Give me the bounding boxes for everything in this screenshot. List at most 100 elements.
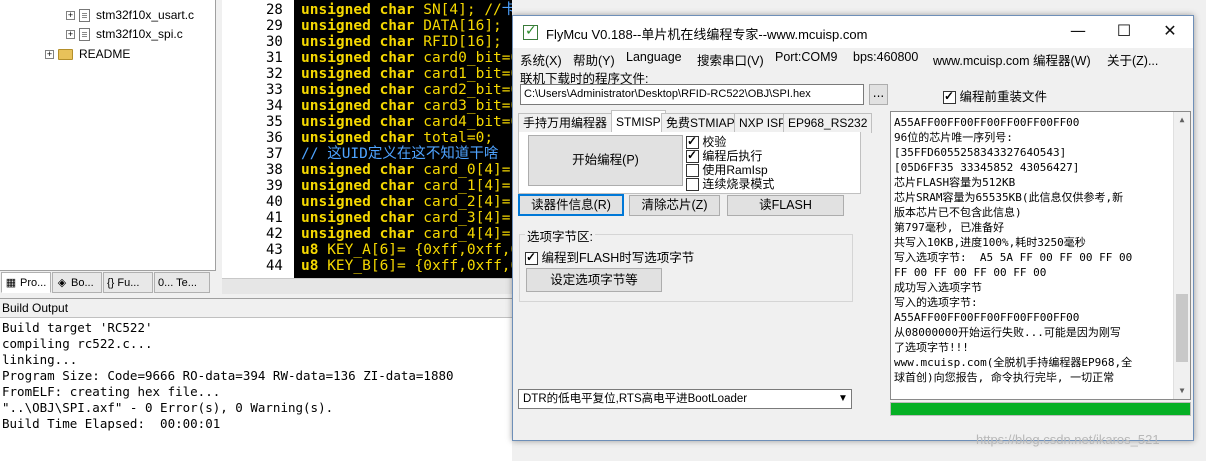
- start-program-button[interactable]: 开始编程(P): [528, 135, 683, 186]
- tree-item-spi[interactable]: + stm32f10x_spi.c: [66, 25, 183, 43]
- option-bytes-group: 选项字节区: 编程到FLASH时写选项字节 设定选项字节等: [519, 226, 853, 302]
- tab-stmisp[interactable]: STMISP: [611, 110, 666, 133]
- stmisp-panel: 开始编程(P) 校验 编程后执行 使用RamIsp 连续烧录模式: [518, 132, 861, 194]
- code-line[interactable]: unsigned char card1_bit=0: [301, 66, 512, 82]
- log-line: FF 00 FF 00 FF 00 FF 00: [894, 266, 1047, 279]
- code-text: card4_bit=0: [423, 114, 512, 130]
- code-text: RFID[16];: [423, 34, 502, 50]
- tab-books[interactable]: ◈ Bo...: [52, 272, 102, 293]
- code-line[interactable]: unsigned char card2_bit=0: [301, 82, 512, 98]
- menu-system[interactable]: 系统(X): [520, 50, 562, 69]
- tree-item-usart[interactable]: + stm32f10x_usart.c: [66, 6, 194, 24]
- checkbox-icon: [943, 89, 956, 105]
- expand-icon[interactable]: +: [45, 50, 54, 60]
- log-line: www.mcuisp.com(全脱机手持编程器EP968,全: [894, 356, 1133, 369]
- set-option-bytes-button[interactable]: 设定选项字节等: [526, 268, 662, 292]
- expand-icon[interactable]: +: [66, 30, 75, 40]
- browse-button[interactable]: ...: [869, 84, 888, 105]
- code-text: KEY_B[6]= {0xff,0xff,0x: [327, 258, 512, 274]
- line-number: 42: [266, 226, 283, 242]
- code-line[interactable]: unsigned char card_1[4]=: [301, 178, 511, 194]
- file-icon: [79, 9, 90, 23]
- read-info-button[interactable]: 读器件信息(R): [518, 194, 624, 216]
- code-text: card2_bit=0: [423, 82, 512, 98]
- code-line[interactable]: u8 KEY_A[6]= {0xff,0xff,0x: [301, 242, 512, 258]
- code-line[interactable]: unsigned char card_4[4]=: [301, 226, 511, 242]
- menu-about[interactable]: 关于(Z)...: [1107, 50, 1158, 69]
- code-text: card_3[4]=: [423, 210, 511, 226]
- flymcu-window: FlyMcu V0.188--单片机在线编程专家--www.mcuisp.com…: [512, 15, 1194, 441]
- code-line[interactable]: unsigned char card0_bit=0: [301, 50, 512, 66]
- option-bytes-label: 选项字节区:: [525, 226, 595, 245]
- log-line: 96位的芯片唯一序列号:: [894, 131, 1013, 144]
- code-keyword: unsigned char: [301, 82, 424, 98]
- menu-bps[interactable]: bps:460800: [853, 50, 918, 64]
- log-line: 球首创)向您报告, 命令执行完毕, 一切正常: [894, 371, 1115, 384]
- scroll-down-icon[interactable]: ▼: [1174, 383, 1190, 399]
- line-number: 41: [266, 210, 283, 226]
- code-line[interactable]: u8 KEY_B[6]= {0xff,0xff,0x: [301, 258, 512, 274]
- code-text: card_4[4]=: [423, 226, 511, 242]
- code-line[interactable]: unsigned char total=0;: [301, 130, 493, 146]
- scrollbar-thumb[interactable]: [1176, 294, 1188, 362]
- code-line[interactable]: unsigned char DATA[16];: [301, 18, 502, 34]
- code-keyword: unsigned char: [301, 130, 424, 146]
- code-keyword: unsigned char: [301, 2, 424, 18]
- file-icon: [79, 28, 90, 42]
- close-button[interactable]: ✕: [1147, 16, 1193, 48]
- code-line[interactable]: unsigned char card_3[4]=: [301, 210, 511, 226]
- menu-language[interactable]: Language: [626, 50, 682, 64]
- code-text: KEY_A[6]= {0xff,0xff,0x: [327, 242, 512, 258]
- line-number: 38: [266, 162, 283, 178]
- build-line: Build target 'RC522': [2, 320, 153, 335]
- code-keyword: unsigned char: [301, 114, 424, 130]
- build-output-panel: Build target 'RC522' compiling rc522.c..…: [0, 318, 512, 461]
- boot-mode-select[interactable]: DTR的低电平复位,RTS高电平进BootLoader ▼: [518, 389, 852, 409]
- code-editor[interactable]: 28 unsigned char SN[4]; //卡号 29 unsigned ch…: [222, 0, 512, 278]
- folder-icon: [58, 49, 73, 61]
- tab-handheld[interactable]: 手持万用编程器: [518, 113, 613, 133]
- project-tree: + stm32f10x_usart.c + stm32f10x_spi.c + REA…: [0, 0, 216, 270]
- menu-port[interactable]: Port:COM9: [775, 50, 838, 64]
- tab-ep968[interactable]: EP968_RS232: [783, 113, 873, 133]
- reload-checkbox[interactable]: 编程前重装文件: [943, 86, 1047, 105]
- minimize-button[interactable]: —: [1055, 16, 1101, 48]
- log-line: [05D6FF35 33345852 43056427]: [894, 161, 1080, 174]
- tab-functions[interactable]: {} Fu...: [103, 272, 153, 293]
- code-line[interactable]: unsigned char card3_bit=0: [301, 98, 512, 114]
- code-keyword: unsigned char: [301, 98, 424, 114]
- erase-chip-button[interactable]: 清除芯片(Z): [629, 195, 720, 216]
- code-keyword: unsigned char: [301, 50, 424, 66]
- line-number: 33: [266, 82, 283, 98]
- menu-programmer[interactable]: www.mcuisp.com 编程器(W): [933, 50, 1091, 69]
- tab-stmiap[interactable]: 免费STMIAP: [661, 113, 740, 133]
- code-line[interactable]: unsigned char SN[4]; //卡号: [301, 2, 512, 18]
- write-option-checkbox[interactable]: 编程到FLASH时写选项字节: [525, 247, 694, 266]
- log-vertical-scrollbar[interactable]: ▲ ▼: [1173, 112, 1190, 399]
- scroll-up-icon[interactable]: ▲: [1174, 112, 1190, 128]
- tab-project[interactable]: ▦ Pro...: [1, 272, 51, 293]
- log-line: 从08000000开始运行失败...可能是因为刚写: [894, 326, 1121, 339]
- maximize-button[interactable]: ☐: [1101, 16, 1147, 48]
- option-continuous[interactable]: 连续烧录模式: [686, 175, 774, 192]
- code-line[interactable]: unsigned char card_2[4]=: [301, 194, 511, 210]
- code-line[interactable]: unsigned char card_0[4]=: [301, 162, 511, 178]
- title-bar[interactable]: FlyMcu V0.188--单片机在线编程专家--www.mcuisp.com…: [513, 16, 1193, 48]
- chevron-down-icon[interactable]: ▼: [835, 390, 851, 408]
- build-line: FromELF: creating hex file...: [2, 384, 221, 399]
- tab-templates[interactable]: 0... Te...: [154, 272, 210, 293]
- expand-icon[interactable]: +: [66, 11, 75, 21]
- code-text: SN[4]; //: [423, 2, 502, 18]
- tree-item-readme[interactable]: + README: [45, 45, 130, 63]
- menu-help[interactable]: 帮助(Y): [573, 50, 615, 69]
- log-line: [35FFD605525834332764O543]: [894, 146, 1067, 159]
- code-keyword: unsigned char: [301, 210, 424, 226]
- read-flash-button[interactable]: 读FLASH: [727, 195, 844, 216]
- code-keyword: unsigned char: [301, 34, 424, 50]
- code-line[interactable]: // 这UID定义在这不知道干啥: [301, 146, 498, 162]
- editor-horizontal-scrollbar[interactable]: [222, 278, 512, 294]
- hex-file-path-input[interactable]: C:\Users\Administrator\Desktop\RFID-RC52…: [520, 84, 864, 105]
- code-line[interactable]: unsigned char card4_bit=0: [301, 114, 512, 130]
- code-line[interactable]: unsigned char RFID[16];: [301, 34, 502, 50]
- menu-search-port[interactable]: 搜索串口(V): [697, 50, 764, 69]
